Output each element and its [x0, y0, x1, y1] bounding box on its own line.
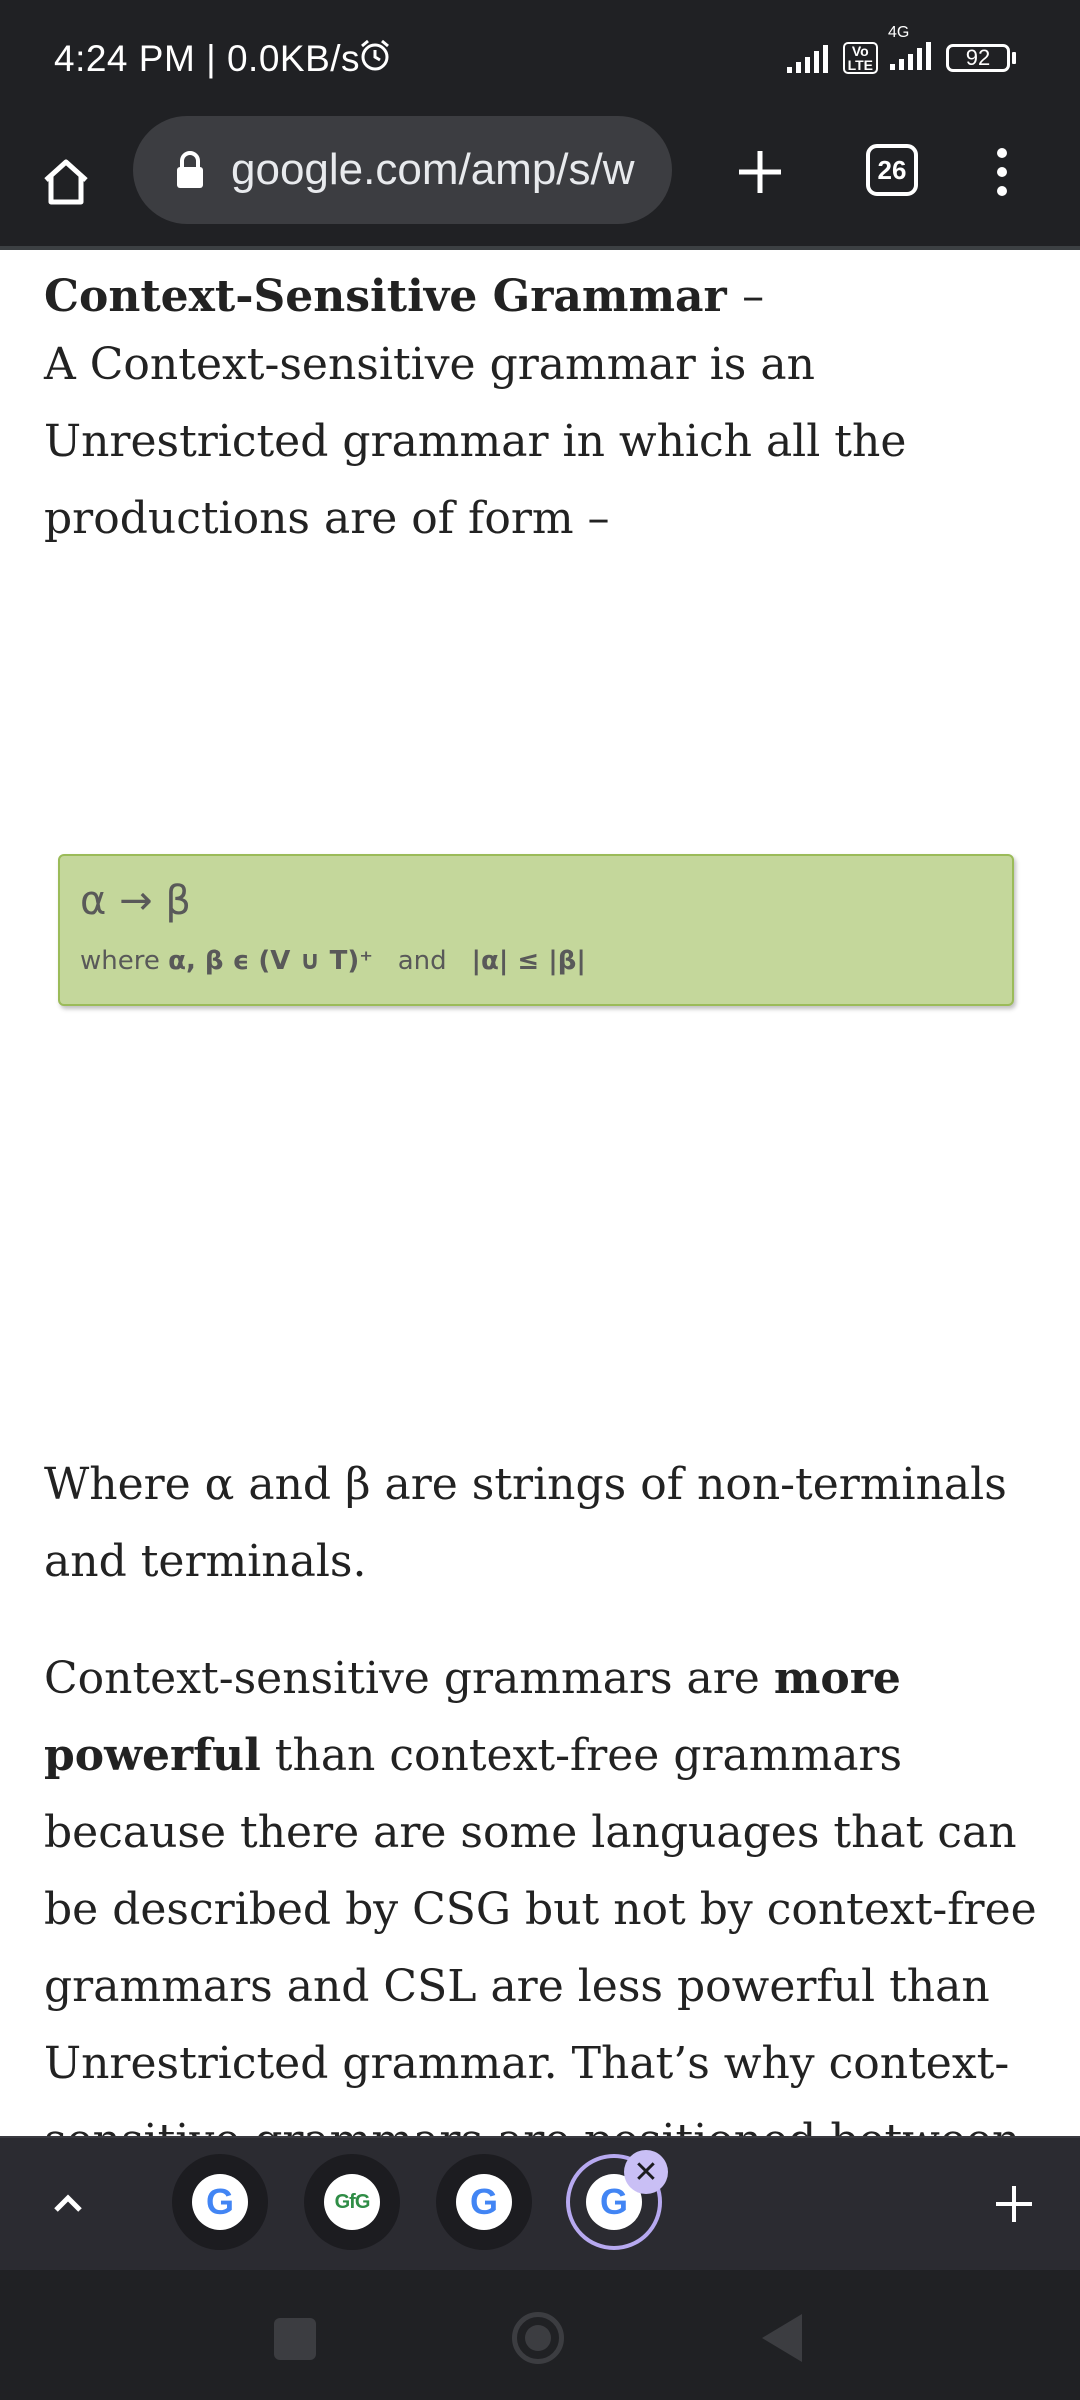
volte-badge: Vo LTE [842, 41, 878, 74]
cond-and: and [397, 946, 447, 976]
overflow-menu-button[interactable] [980, 132, 1024, 212]
tab-geeksforgeeks[interactable]: GfG [304, 2154, 400, 2250]
signal-icon-2 [890, 42, 931, 70]
collapse-tab-strip-button[interactable] [40, 2176, 96, 2232]
alarm-icon [361, 39, 389, 71]
intro-paragraph: A Context-sensitive grammar is an Unrest… [44, 339, 907, 544]
status-indicators: Vo LTE 4G 92 [785, 24, 1016, 75]
heading-dash: – [742, 271, 765, 322]
add-tab-button[interactable] [986, 2176, 1042, 2232]
menu-dot [997, 167, 1007, 177]
p3-before: Context-sensitive grammars are [44, 1653, 774, 1704]
url-text: google.com/amp/s/w [231, 145, 635, 194]
tab-strip: G GfG G G ✕ [0, 2136, 1080, 2270]
p3-after: than context-free grammars because there… [44, 1730, 1037, 2166]
article-content: Context-Sensitive Grammar – A Context-se… [44, 250, 1044, 557]
google-glyph: G [469, 2181, 498, 2222]
production-condition: where α, β ϵ (V ∪ T)⁺ and |α| ≤ |β| [80, 946, 586, 976]
geeksforgeeks-icon: GfG [324, 2174, 380, 2230]
chevron-up-icon [54, 2194, 82, 2212]
paragraph-where: Where α and β are strings of non-termina… [44, 1459, 1007, 1587]
battery-level: 92 [946, 43, 1010, 72]
tab-google-2[interactable]: G [436, 2154, 532, 2250]
google-icon: G [192, 2174, 248, 2230]
browser-toolbar: google.com/amp/s/w 26 [0, 116, 1080, 246]
cond-set: α, β ϵ (V ∪ T)⁺ [168, 946, 373, 976]
home-icon [44, 159, 88, 205]
google-icon: G [456, 2174, 512, 2230]
status-bar: 4:24 PM | 0.0KB/s Vo LTE 4G 92 [0, 0, 1080, 116]
menu-dot [997, 186, 1007, 196]
gfg-glyph: GfG [334, 2190, 371, 2213]
section-heading: Context-Sensitive Grammar – [44, 272, 1044, 322]
home-button[interactable] [30, 146, 102, 218]
battery-tip [1012, 51, 1016, 64]
home-nav-dot [525, 2325, 551, 2351]
cond-length: |α| ≤ |β| [471, 946, 586, 976]
paragraph-power: Context-sensitive grammars are more powe… [44, 1640, 1054, 2179]
close-tab-button[interactable]: ✕ [624, 2150, 668, 2194]
lock-icon [177, 151, 203, 188]
battery-icon: 92 [946, 43, 1016, 72]
network-indicator: 4G [888, 24, 936, 75]
cond-where: where [80, 946, 160, 976]
address-bar[interactable]: google.com/amp/s/w [133, 116, 672, 224]
network-type: 4G [888, 24, 910, 41]
production-rule: α → β [80, 878, 191, 924]
heading-text: Context-Sensitive Grammar [44, 271, 727, 322]
google-glyph: G [205, 2181, 234, 2222]
status-time: 4:24 PM | 0.0KB/s [54, 38, 361, 79]
menu-dot [997, 148, 1007, 158]
formula-image: α → β where α, β ϵ (V ∪ T)⁺ and |α| ≤ |β… [58, 854, 1014, 1006]
tab-switcher-button[interactable]: 26 [866, 144, 918, 196]
recents-button[interactable] [274, 2318, 316, 2360]
system-nav-bar [0, 2270, 1080, 2400]
home-nav-button[interactable] [512, 2312, 564, 2364]
article-content-continued: Where α and β are strings of non-termina… [44, 1446, 1054, 2179]
google-glyph: G [599, 2181, 628, 2222]
plus-icon [739, 151, 781, 193]
new-tab-button[interactable] [722, 134, 798, 210]
back-button[interactable] [762, 2314, 802, 2362]
plus-icon [996, 2186, 1032, 2222]
signal-icon [786, 44, 828, 73]
tab-google-1[interactable]: G [172, 2154, 268, 2250]
